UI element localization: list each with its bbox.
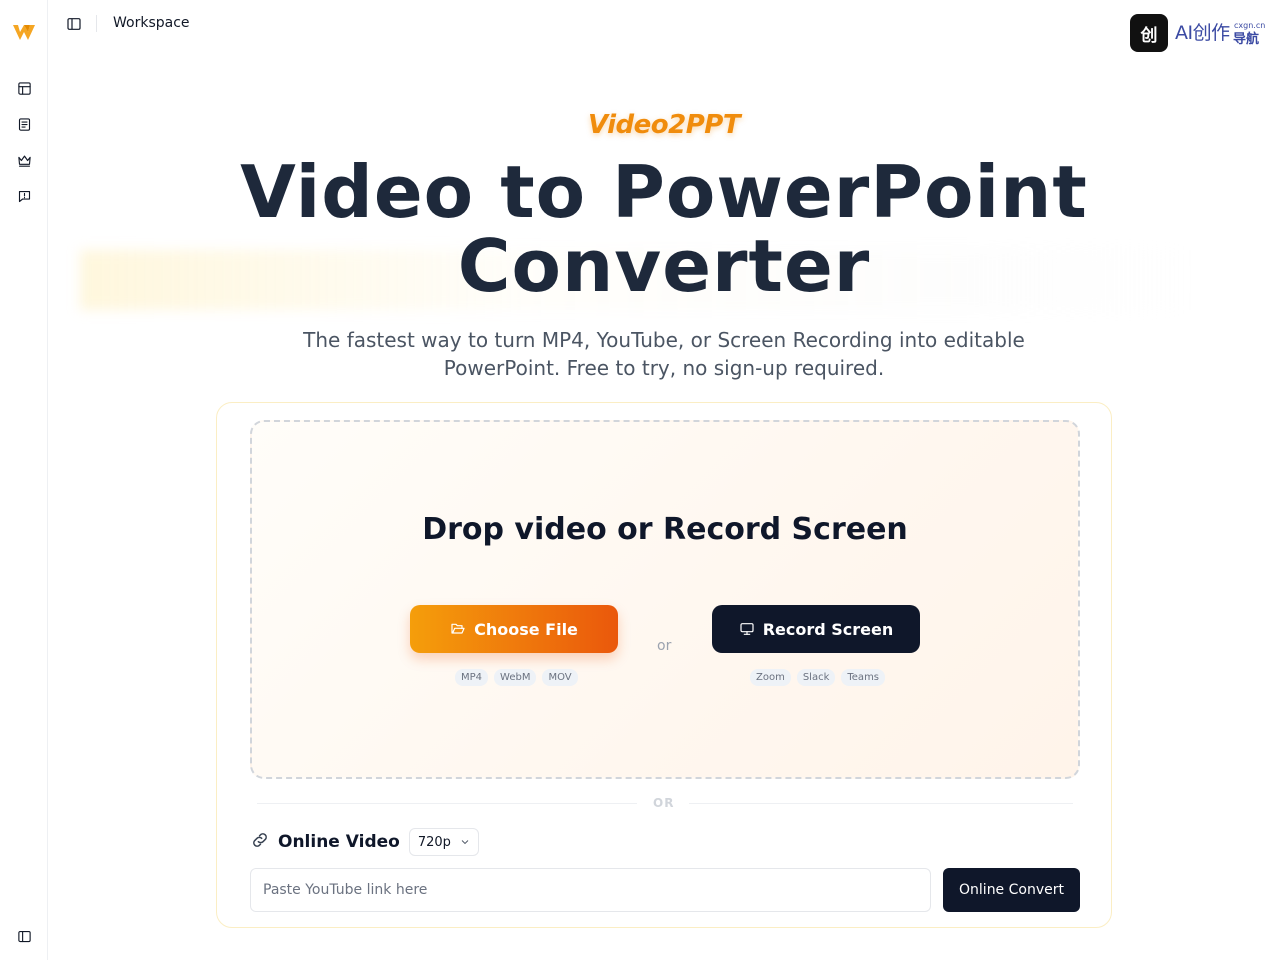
record-app-tags: Zoom Slack Teams <box>750 669 886 686</box>
divider-or-label: OR <box>653 796 675 810</box>
partner-logo-text: 创 <box>1140 25 1158 46</box>
page-title-line2: Converter <box>457 224 871 308</box>
app-tag: Slack <box>796 669 836 686</box>
layout-icon[interactable] <box>16 80 32 96</box>
link-icon <box>250 830 270 854</box>
or-separator: or <box>657 638 672 654</box>
page-subtitle: The fastest way to turn MP4, YouTube, or… <box>303 328 1025 380</box>
converter-card: Drop video or Record Screen Choose File … <box>216 402 1112 928</box>
partner-brand-suffix: 导航 <box>1233 32 1260 47</box>
page-title: Video to PowerPoint Converter <box>0 155 1280 303</box>
sidebar-collapse-icon[interactable] <box>16 928 32 944</box>
choose-file-label: Choose File <box>474 619 578 639</box>
format-tag: WebM <box>494 669 537 686</box>
folder-open-icon <box>451 623 465 634</box>
youtube-url-input[interactable] <box>250 868 931 912</box>
sidebar <box>0 0 48 960</box>
partner-logo-icon[interactable]: 创 <box>1130 14 1168 52</box>
divider-line <box>689 803 1073 804</box>
format-tag: MP4 <box>455 669 489 686</box>
partner-brand-text[interactable]: AI创作 <box>1175 18 1230 45</box>
breadcrumb-workspace[interactable]: Workspace <box>113 15 190 31</box>
chevron-down-icon <box>461 840 469 845</box>
choose-file-button[interactable]: Choose File <box>410 605 618 653</box>
file-format-tags: MP4 WebM MOV <box>455 669 578 686</box>
record-screen-label: Record Screen <box>762 619 894 639</box>
app-logo-icon[interactable] <box>12 20 36 44</box>
app-tag: Teams <box>841 669 886 686</box>
online-video-header: Online Video 720p <box>250 828 479 856</box>
quality-select[interactable]: 720p <box>408 828 479 856</box>
online-video-label: Online Video <box>278 832 400 852</box>
header-divider <box>96 15 97 32</box>
record-screen-button[interactable]: Record Screen <box>712 605 920 653</box>
dropzone-title: Drop video or Record Screen <box>422 512 908 547</box>
product-name: Video2PPT <box>587 110 741 140</box>
app-root: Workspace 创 AI创作 cxgn.cn 导航 Video2PPT Vi… <box>0 0 1280 960</box>
app-tag: Zoom <box>750 669 791 686</box>
online-convert-button[interactable]: Online Convert <box>943 868 1080 912</box>
format-tag: MOV <box>542 669 578 686</box>
monitor-icon <box>740 623 754 635</box>
page-title-line1: Video to PowerPoint <box>240 150 1088 234</box>
quality-value: 720p <box>417 834 451 850</box>
sidebar-toggle-icon[interactable] <box>66 16 82 32</box>
video-dropzone[interactable]: Drop video or Record Screen Choose File … <box>250 420 1080 779</box>
divider-line <box>257 803 637 804</box>
